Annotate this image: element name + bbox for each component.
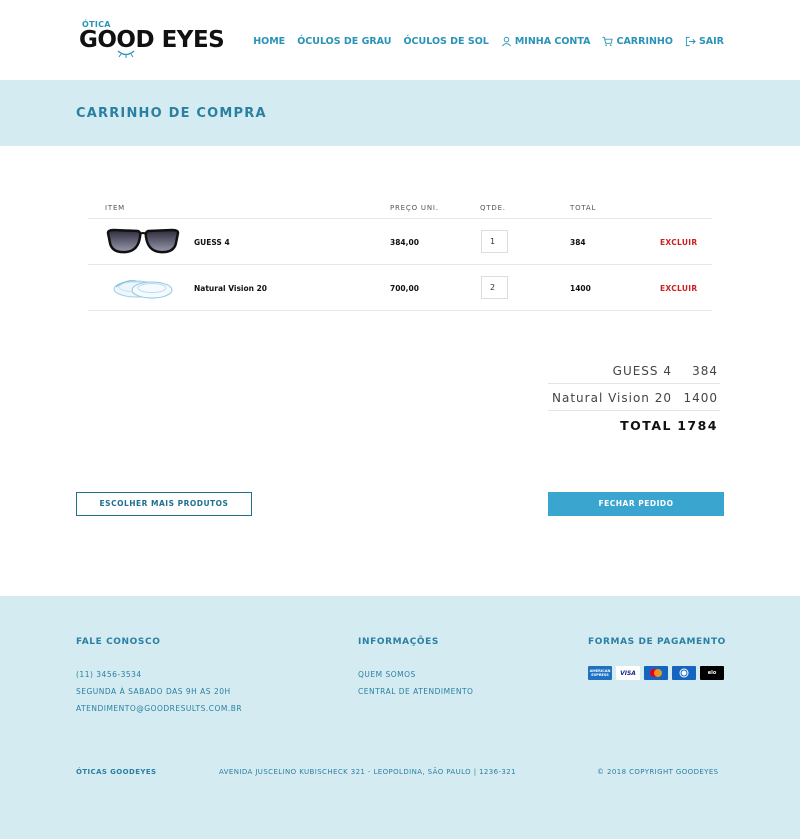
main-nav: HOME ÓCULOS DE GRAU ÓCULOS DE SOL MINHA … [253,36,724,47]
checkout-button[interactable]: FECHAR PEDIDO [548,492,724,516]
footer-contact-heading: FALE CONOSCO [76,637,161,647]
nav-label: ÓCULOS DE GRAU [297,36,392,47]
site-footer: FALE CONOSCO (11) 3456-3534 SEGUNDA À SA… [0,596,800,839]
page-title-band: CARRINHO DE COMPRA [0,80,800,146]
footer-link-central-atendimento[interactable]: CENTRAL DE ATENDIMENTO [358,687,473,696]
brand-logo[interactable]: ÓTICA GOOD EYES [79,20,229,58]
product-name[interactable]: GUESS 4 [194,238,230,247]
visa-card-icon: VISA [616,666,640,680]
summary-total-label: TOTAL [620,418,672,433]
remove-button[interactable]: EXCLUIR [660,284,697,293]
footer-phone: (11) 3456-3534 [76,670,142,679]
footer-hours: SEGUNDA À SABADO DAS 9H AS 20H [76,687,231,696]
elo-card-icon: elo [700,666,724,680]
nav-oculos-de-sol[interactable]: ÓCULOS DE SOL [403,36,488,47]
footer-email-link[interactable]: ATENDIMENTO@GOODRESULTS.COM.BR [76,704,242,713]
row-total: 384 [570,238,586,247]
card-label: elo [707,670,717,676]
footer-copyright: © 2018 COPYRIGHT GOODEYES [597,768,719,776]
col-total: TOTAL [570,204,597,212]
nav-carrinho[interactable]: CARRINHO [602,36,673,47]
nav-minha-conta[interactable]: MINHA CONTA [501,36,591,47]
quantity-input[interactable]: 1 [481,230,508,253]
card-label: VISA [620,669,636,677]
footer-info-heading: INFORMAÇÕES [358,637,440,647]
footer-payment-heading: FORMAS DE PAGAMENTO [588,637,726,647]
summary-line: Natural Vision 20 1400 [548,384,720,411]
summary-total-value: 1784 [677,418,718,433]
diners-card-icon [672,666,696,680]
nav-oculos-de-grau[interactable]: ÓCULOS DE GRAU [297,36,391,47]
amex-card-icon: AMERICAN EXPRESS [588,666,612,680]
footer-link-quem-somos[interactable]: QUEM SOMOS [358,670,416,679]
order-summary: GUESS 4 384 Natural Vision 20 1400 TOTAL… [548,357,720,438]
cart-table: ITEM PREÇO UNI. QTDE. TOTAL GUESS 4 384,… [88,199,712,311]
nav-label: MINHA CONTA [514,36,591,47]
summary-item-name: GUESS 4 [612,364,672,378]
row-total: 1400 [570,284,591,293]
footer-address: AVENIDA JUSCELINO KUBISCHECK 321 - LEOPO… [219,768,516,776]
logout-icon [685,36,696,47]
mastercard-card-icon [644,666,668,680]
product-name[interactable]: Natural Vision 20 [194,284,267,293]
cart-table-header: ITEM PREÇO UNI. QTDE. TOTAL [88,199,712,219]
eye-icon [117,50,135,58]
summary-item-name: Natural Vision 20 [552,391,672,405]
card-label: AMERICAN EXPRESS [589,669,611,677]
choose-more-products-button[interactable]: ESCOLHER MAIS PRODUTOS [76,492,252,516]
cart-row: Natural Vision 20 700,00 2 1400 EXCLUIR [88,265,712,311]
col-qty: QTDE. [480,204,506,212]
contact-lenses-image [113,280,173,299]
quantity-input[interactable]: 2 [481,276,508,299]
logo-title: GOOD EYES [79,27,225,53]
payment-methods: AMERICAN EXPRESS VISA elo [588,666,724,680]
unit-price: 700,00 [390,284,419,293]
cart-row: GUESS 4 384,00 1 384 EXCLUIR [88,219,712,265]
summary-item-value: 1400 [683,391,718,405]
nav-label: HOME [253,36,286,47]
site-header: ÓTICA GOOD EYES HOME ÓCULOS DE GRAU ÓCUL… [0,0,800,80]
summary-total: TOTAL 1784 [548,411,720,438]
nav-label: ÓCULOS DE SOL [403,36,489,47]
col-item: ITEM [105,204,126,212]
footer-company: ÓTICAS GOODEYES [76,768,157,776]
nav-label: SAIR [698,36,724,47]
unit-price: 384,00 [390,238,419,247]
sunglasses-image [106,228,180,254]
nav-sair[interactable]: SAIR [685,36,724,47]
summary-item-value: 384 [692,364,718,378]
remove-button[interactable]: EXCLUIR [660,238,697,247]
user-icon [501,36,511,47]
nav-label: CARRINHO [616,36,673,47]
nav-home[interactable]: HOME [253,36,285,47]
page-title: CARRINHO DE COMPRA [76,106,267,121]
col-price: PREÇO UNI. [390,204,439,212]
cart-icon [602,36,614,46]
summary-line: GUESS 4 384 [548,357,720,384]
